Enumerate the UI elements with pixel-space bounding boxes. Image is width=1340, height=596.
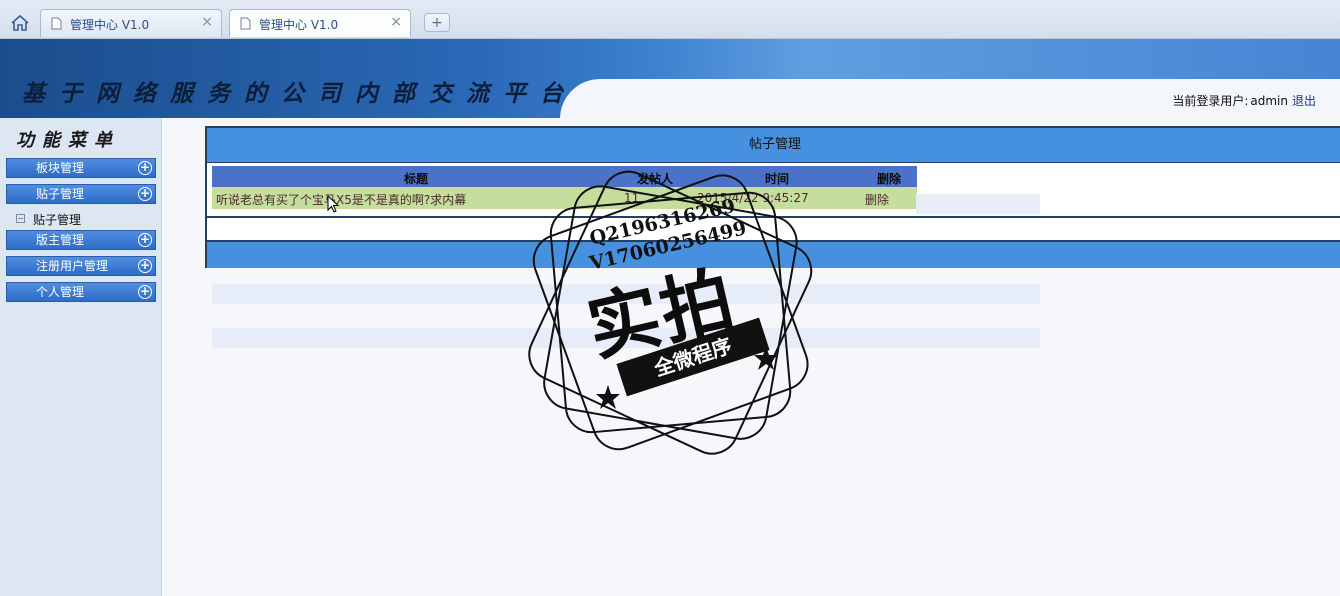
document-icon [240,17,251,30]
post-title-cell[interactable]: 听说老总有买了个宝马X5是不是真的啊?求内幕 [216,191,466,208]
sidebar-item-moderator-management[interactable]: 版主管理 + [6,230,156,250]
menu-heading: 功能菜单 [16,130,120,151]
login-username: admin [1250,94,1288,108]
sidebar-subitem-label: 贴子管理 [33,213,82,227]
login-label: 当前登录用户: [1172,94,1249,108]
site-header: 基于网络服务的公司内部交流平台 当前登录用户: admin 退出 [0,39,1340,118]
browser-tab-strip: 管理中心 V1.0 × 管理中心 V1.0 × + [0,0,1340,39]
expand-plus-icon: + [138,186,152,201]
sidebar-item-personal[interactable]: 个人管理 + [6,282,156,302]
sidebar-item-label: 板块管理 [36,161,85,175]
mouse-cursor-icon [327,195,339,213]
sidebar-item-label: 版主管理 [36,233,85,247]
close-icon[interactable]: × [390,15,402,29]
expand-plus-icon: + [138,258,152,273]
tab-title: 管理中心 V1.0 [259,18,339,32]
close-icon[interactable]: × [201,15,213,29]
expand-plus-icon: + [138,232,152,247]
new-tab-button[interactable]: + [424,13,450,32]
row-background [916,194,1040,214]
tree-collapse-icon [16,214,25,223]
sidebar-item-registered-users[interactable]: 注册用户管理 + [6,256,156,276]
browser-tab-1[interactable]: 管理中心 V1.0 × [40,9,222,37]
expand-plus-icon: + [138,284,152,299]
column-header-delete: 删除 [877,172,902,186]
logout-link[interactable]: 退出 [1292,94,1316,108]
site-title: 基于网络服务的公司内部交流平台 [22,80,577,107]
login-info: 当前登录用户: admin 退出 [1172,92,1316,109]
expand-plus-icon: + [138,160,152,175]
sidebar-item-label: 个人管理 [36,285,85,299]
browser-tab-2[interactable]: 管理中心 V1.0 × [229,9,411,37]
home-icon[interactable] [10,14,30,32]
panel-title: 帖子管理 [207,128,1340,163]
sidebar-item-label: 注册用户管理 [36,259,109,273]
sidebar-item-label: 贴子管理 [36,187,85,201]
sidebar-item-post-management[interactable]: 贴子管理 + [6,184,156,204]
column-header-title: 标题 [404,172,429,186]
sidebar-item-board-management[interactable]: 板块管理 + [6,158,156,178]
sidebar-subitem-post-management[interactable]: 贴子管理 [16,211,81,228]
document-icon [51,17,62,30]
sidebar-menu: 功能菜单 板块管理 + 贴子管理 + 贴子管理 版主管理 + 注册用户管理 + … [0,118,162,596]
star-icon [596,385,620,409]
tab-title: 管理中心 V1.0 [70,18,150,32]
delete-link[interactable]: 删除 [865,191,889,208]
